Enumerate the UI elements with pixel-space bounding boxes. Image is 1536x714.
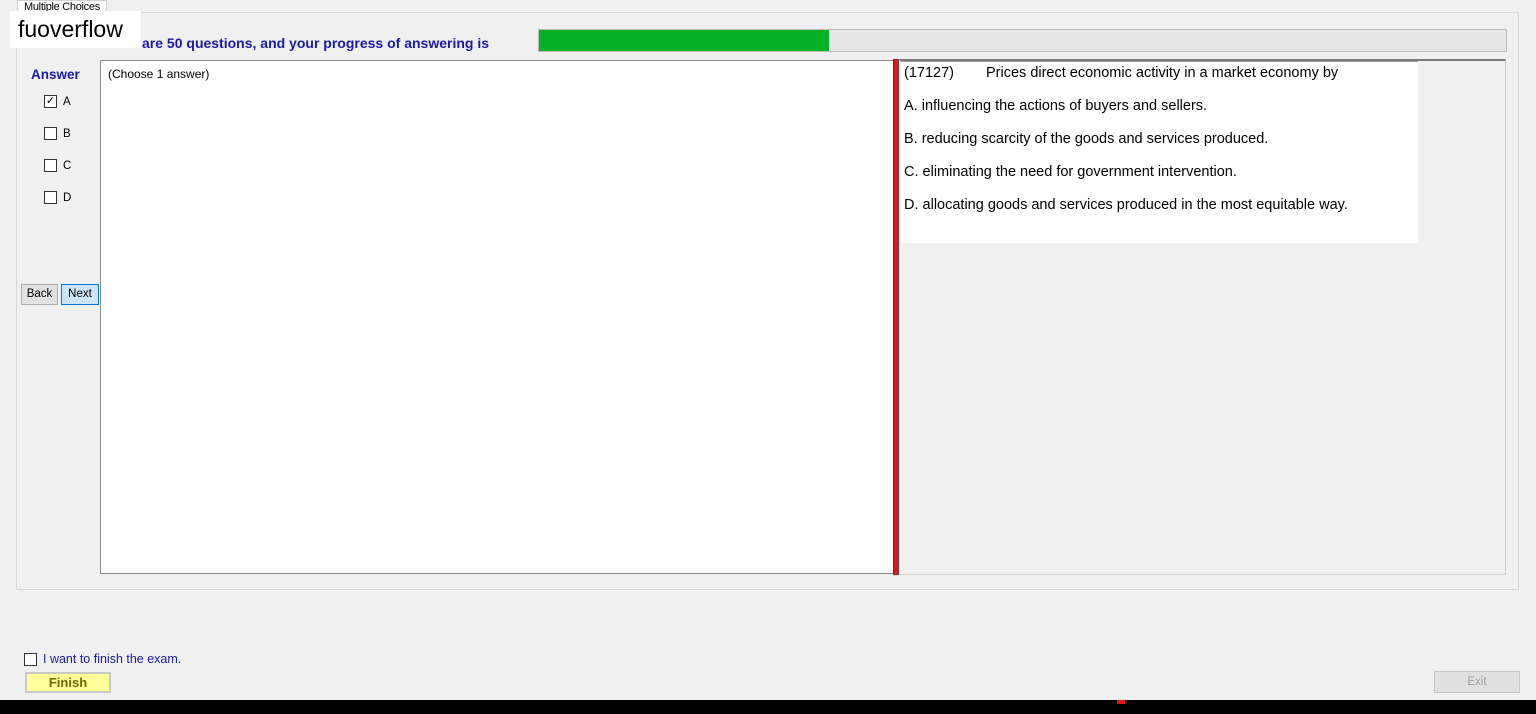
option-d-checkbox[interactable] [44, 191, 57, 204]
question-choice-d: D. allocating goods and services produce… [904, 197, 1348, 213]
question-text: Prices direct economic activity in a mar… [986, 65, 1339, 81]
finish-exam-checkbox[interactable] [24, 652, 37, 666]
exit-button[interactable]: Exit [1434, 671, 1520, 693]
option-a-checkbox[interactable]: ✓ [44, 95, 57, 108]
progress-bar [538, 29, 1507, 52]
finish-exam-label: I want to finish the exam. [43, 652, 182, 666]
answer-notes-panel[interactable]: (Choose 1 answer) [100, 60, 893, 574]
option-b-checkbox[interactable] [44, 127, 57, 140]
option-a-label: A [63, 95, 71, 108]
option-b[interactable]: B [44, 127, 71, 140]
answer-heading: Answer [31, 67, 80, 82]
taskbar-marker [1117, 700, 1125, 704]
progress-label: There are 50 questions, and your progres… [100, 35, 489, 51]
progress-bar-fill [539, 30, 830, 51]
option-d[interactable]: D [44, 191, 71, 204]
question-id: (17127) [904, 65, 954, 81]
option-b-label: B [63, 127, 71, 140]
option-a[interactable]: ✓ A [44, 95, 71, 108]
option-c-label: C [63, 159, 72, 172]
option-d-label: D [63, 191, 72, 204]
question-stem: (17127) Prices direct economic activity i… [904, 65, 1338, 81]
question-panel: (17127) Prices direct economic activity i… [901, 61, 1418, 243]
finish-exam-checkbox-row[interactable]: I want to finish the exam. [24, 652, 181, 666]
question-choice-a: A. influencing the actions of buyers and… [904, 98, 1208, 114]
option-c-checkbox[interactable] [44, 159, 57, 172]
question-choice-c: C. eliminating the need for government i… [904, 164, 1237, 180]
choose-hint: (Choose 1 answer) [108, 67, 210, 81]
question-choice-b: B. reducing scarcity of the goods and se… [904, 131, 1269, 147]
finish-button[interactable]: Finish [25, 672, 111, 693]
back-button[interactable]: Back [21, 284, 58, 305]
watermark-logo: fuoverflow [10, 11, 141, 48]
taskbar-strip [0, 700, 1536, 714]
option-c[interactable]: C [44, 159, 71, 172]
next-button[interactable]: Next [61, 284, 99, 305]
